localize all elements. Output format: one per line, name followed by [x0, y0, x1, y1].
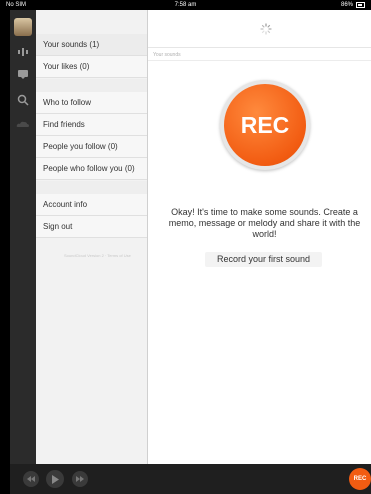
menu-item-who-to-follow[interactable]: Who to follow — [36, 92, 147, 114]
menu-item-find-friends[interactable]: Find friends — [36, 114, 147, 136]
play-button[interactable] — [46, 470, 64, 488]
menu-item-people-who-follow-you[interactable]: People who follow you (0) — [36, 158, 147, 180]
battery-icon — [356, 2, 365, 8]
menu-item-people-you-follow[interactable]: People you follow (0) — [36, 136, 147, 158]
navigation-menu: Your sounds (1) Your likes (0) Who to fo… — [36, 10, 148, 464]
next-button[interactable] — [72, 471, 88, 487]
menu-item-account-info[interactable]: Account info — [36, 194, 147, 216]
record-button-small[interactable]: REC — [349, 468, 371, 490]
left-edge — [0, 10, 10, 494]
main-panel: Your sounds REC Okay! It's time to make … — [148, 10, 371, 464]
previous-button[interactable] — [23, 471, 39, 487]
status-right: 86% — [341, 0, 365, 10]
clock-text: 7:58 am — [174, 2, 197, 8]
status-bar: No SIM 7:58 am 86% — [0, 0, 371, 10]
stream-icon[interactable] — [16, 46, 30, 58]
menu-item-your-sounds[interactable]: Your sounds (1) — [36, 34, 147, 56]
icon-rail — [10, 10, 36, 464]
loading-spinner-icon — [260, 22, 272, 40]
menu-gap — [36, 181, 147, 194]
message-icon[interactable] — [16, 68, 30, 80]
rec-button[interactable]: REC — [224, 84, 306, 166]
avatar[interactable] — [14, 18, 32, 36]
empty-state-message: Okay! It's time to make some sounds. Cre… — [168, 207, 361, 239]
player-bar: REC — [10, 464, 371, 494]
record-first-sound-button[interactable]: Record your first sound — [205, 252, 322, 267]
menu-footer: SoundCloud Version 2 · Terms of Use — [64, 253, 131, 258]
cloud-icon[interactable] — [16, 118, 30, 130]
menu-item-your-likes[interactable]: Your likes (0) — [36, 56, 147, 78]
menu-item-sign-out[interactable]: Sign out — [36, 216, 147, 238]
battery-percent: 86% — [340, 2, 353, 8]
menu-gap — [36, 79, 147, 92]
section-header: Your sounds — [148, 47, 371, 61]
search-icon[interactable] — [16, 94, 30, 106]
